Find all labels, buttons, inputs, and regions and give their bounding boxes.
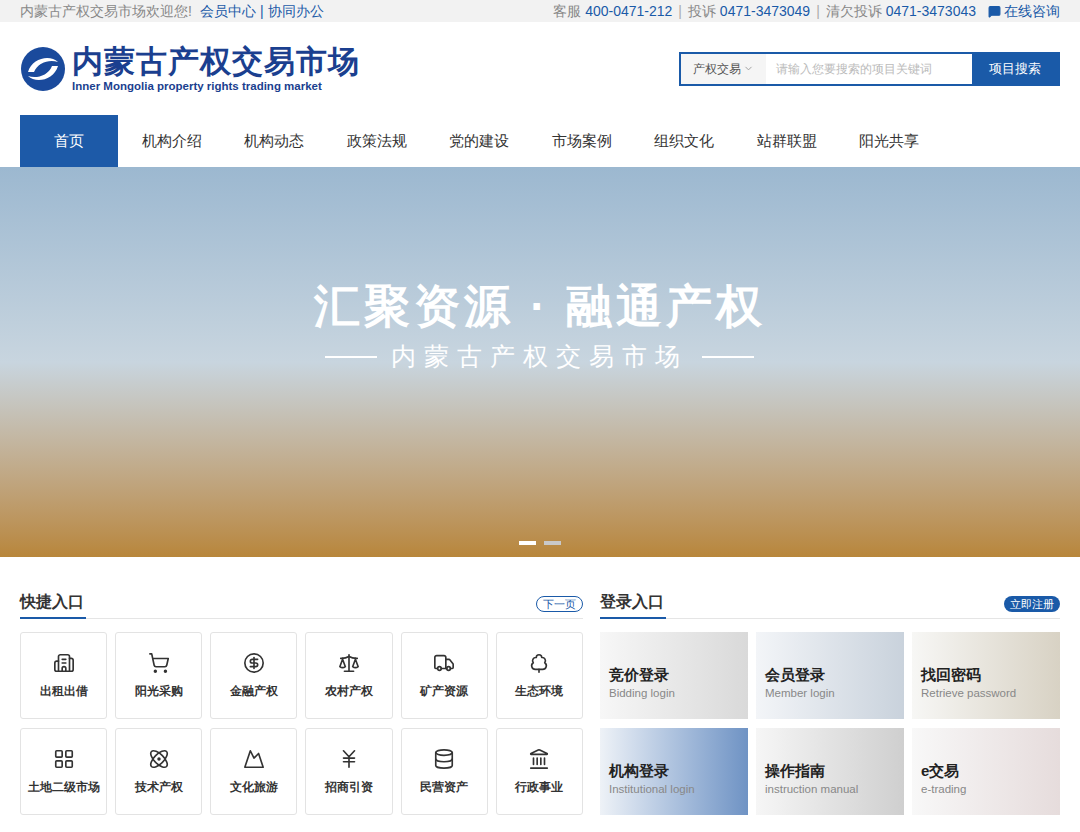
login-tile[interactable]: 竞价登录Bidding login: [600, 632, 748, 719]
quick-item[interactable]: 技术产权: [115, 728, 202, 815]
nav-item[interactable]: 市场案例: [533, 115, 631, 167]
quick-item[interactable]: 农村产权: [305, 632, 392, 719]
top-bar: 内蒙古产权交易市场欢迎您!会员中心|协同办公客服 400-0471-212|投诉…: [0, 0, 1080, 22]
quick-item-icon: [528, 748, 550, 770]
separator: |: [816, 0, 820, 22]
quick-item[interactable]: 金融产权: [210, 632, 297, 719]
login-section: 登录入口 立即注册竞价登录Bidding login会员登录Member logi…: [600, 589, 1060, 815]
section-title: 登录入口: [600, 590, 666, 619]
quick-item-icon: [338, 748, 360, 770]
quick-section: 快捷入口 下一页出租出借阳光采购金融产权农村产权矿产资源生态环境土地二级市场技术产…: [20, 589, 583, 815]
quick-item[interactable]: 行政事业: [496, 728, 583, 815]
nav-item[interactable]: 首页: [20, 115, 118, 167]
welcome-text: 内蒙古产权交易市场欢迎您!: [20, 0, 192, 22]
register-button[interactable]: 立即注册: [1004, 596, 1060, 612]
quick-item-icon: [148, 748, 170, 770]
nav-bar: 首页机构介绍机构动态政策法规党的建设市场案例组织文化站群联盟阳光共享: [0, 115, 1080, 167]
quick-item-icon: [243, 652, 265, 674]
search-bar: 产权交易请输入您要搜索的项目关键词项目搜索: [679, 52, 1060, 86]
nav-item[interactable]: 站群联盟: [738, 115, 836, 167]
nav-item[interactable]: 政策法规: [328, 115, 426, 167]
search-button[interactable]: 项目搜索: [972, 54, 1058, 84]
quick-item-icon: [243, 748, 265, 770]
carousel-dot[interactable]: [519, 541, 536, 545]
quick-item[interactable]: 出租出借: [20, 632, 107, 719]
quick-item[interactable]: 文化旅游: [210, 728, 297, 815]
login-tile[interactable]: 会员登录Member login: [756, 632, 904, 719]
login-tile[interactable]: 操作指南instruction manual: [756, 728, 904, 815]
contact: 清欠投诉 0471-3473043: [826, 0, 976, 22]
logo-subtitle: Inner Mongolia property rights trading m…: [72, 79, 360, 93]
banner: 汇聚资源 · 融通产权内蒙古产权交易市场: [0, 167, 1080, 557]
separator: |: [260, 0, 264, 22]
quick-item-icon: [338, 652, 360, 674]
header: 内蒙古产权交易市场Inner Mongolia property rights …: [0, 22, 1080, 115]
quick-item[interactable]: 生态环境: [496, 632, 583, 719]
login-tile[interactable]: e交易e-trading: [912, 728, 1060, 815]
nav-item[interactable]: 机构动态: [225, 115, 323, 167]
chat-icon: [988, 5, 1001, 18]
quick-item-icon: [528, 652, 550, 674]
carousel-dot[interactable]: [544, 541, 561, 545]
nav-item[interactable]: 阳光共享: [840, 115, 938, 167]
contact: 投诉 0471-3473049: [688, 0, 810, 22]
search-category[interactable]: 产权交易: [681, 54, 766, 84]
contact: 客服 400-0471-212: [553, 0, 672, 22]
consult-link[interactable]: 在线咨询: [988, 0, 1060, 22]
nav-item[interactable]: 机构介绍: [123, 115, 221, 167]
top-link[interactable]: 协同办公: [268, 0, 324, 22]
quick-item[interactable]: 土地二级市场: [20, 728, 107, 815]
quick-item-icon: [53, 748, 75, 770]
quick-item-icon: [53, 652, 75, 674]
login-tile[interactable]: 机构登录Institutional login: [600, 728, 748, 815]
quick-item-icon: [433, 652, 455, 674]
page: 内蒙古产权交易市场欢迎您!会员中心|协同办公客服 400-0471-212|投诉…: [0, 0, 1080, 832]
top-link[interactable]: 会员中心: [200, 0, 256, 22]
quick-item[interactable]: 民营资产: [401, 728, 488, 815]
quick-item[interactable]: 阳光采购: [115, 632, 202, 719]
logo-title: 内蒙古产权交易市场: [72, 45, 360, 79]
nav-item[interactable]: 党的建设: [430, 115, 528, 167]
banner-title: 汇聚资源 · 融通产权: [314, 278, 767, 334]
section-title: 快捷入口: [20, 590, 86, 619]
quick-item-icon: [148, 652, 170, 674]
nav-item[interactable]: 组织文化: [635, 115, 733, 167]
search-input[interactable]: 请输入您要搜索的项目关键词: [766, 54, 972, 84]
quick-item[interactable]: 招商引资: [305, 728, 392, 815]
logo-icon: [20, 46, 66, 92]
quick-item-icon: [433, 748, 455, 770]
login-tile[interactable]: 找回密码Retrieve password: [912, 632, 1060, 719]
chevron-down-icon: [743, 63, 754, 74]
next-page-button[interactable]: 下一页: [536, 596, 583, 612]
banner-subtitle: 内蒙古产权交易市场: [391, 338, 688, 376]
quick-item[interactable]: 矿产资源: [401, 632, 488, 719]
separator: |: [678, 0, 682, 22]
logo[interactable]: 内蒙古产权交易市场Inner Mongolia property rights …: [20, 45, 360, 93]
